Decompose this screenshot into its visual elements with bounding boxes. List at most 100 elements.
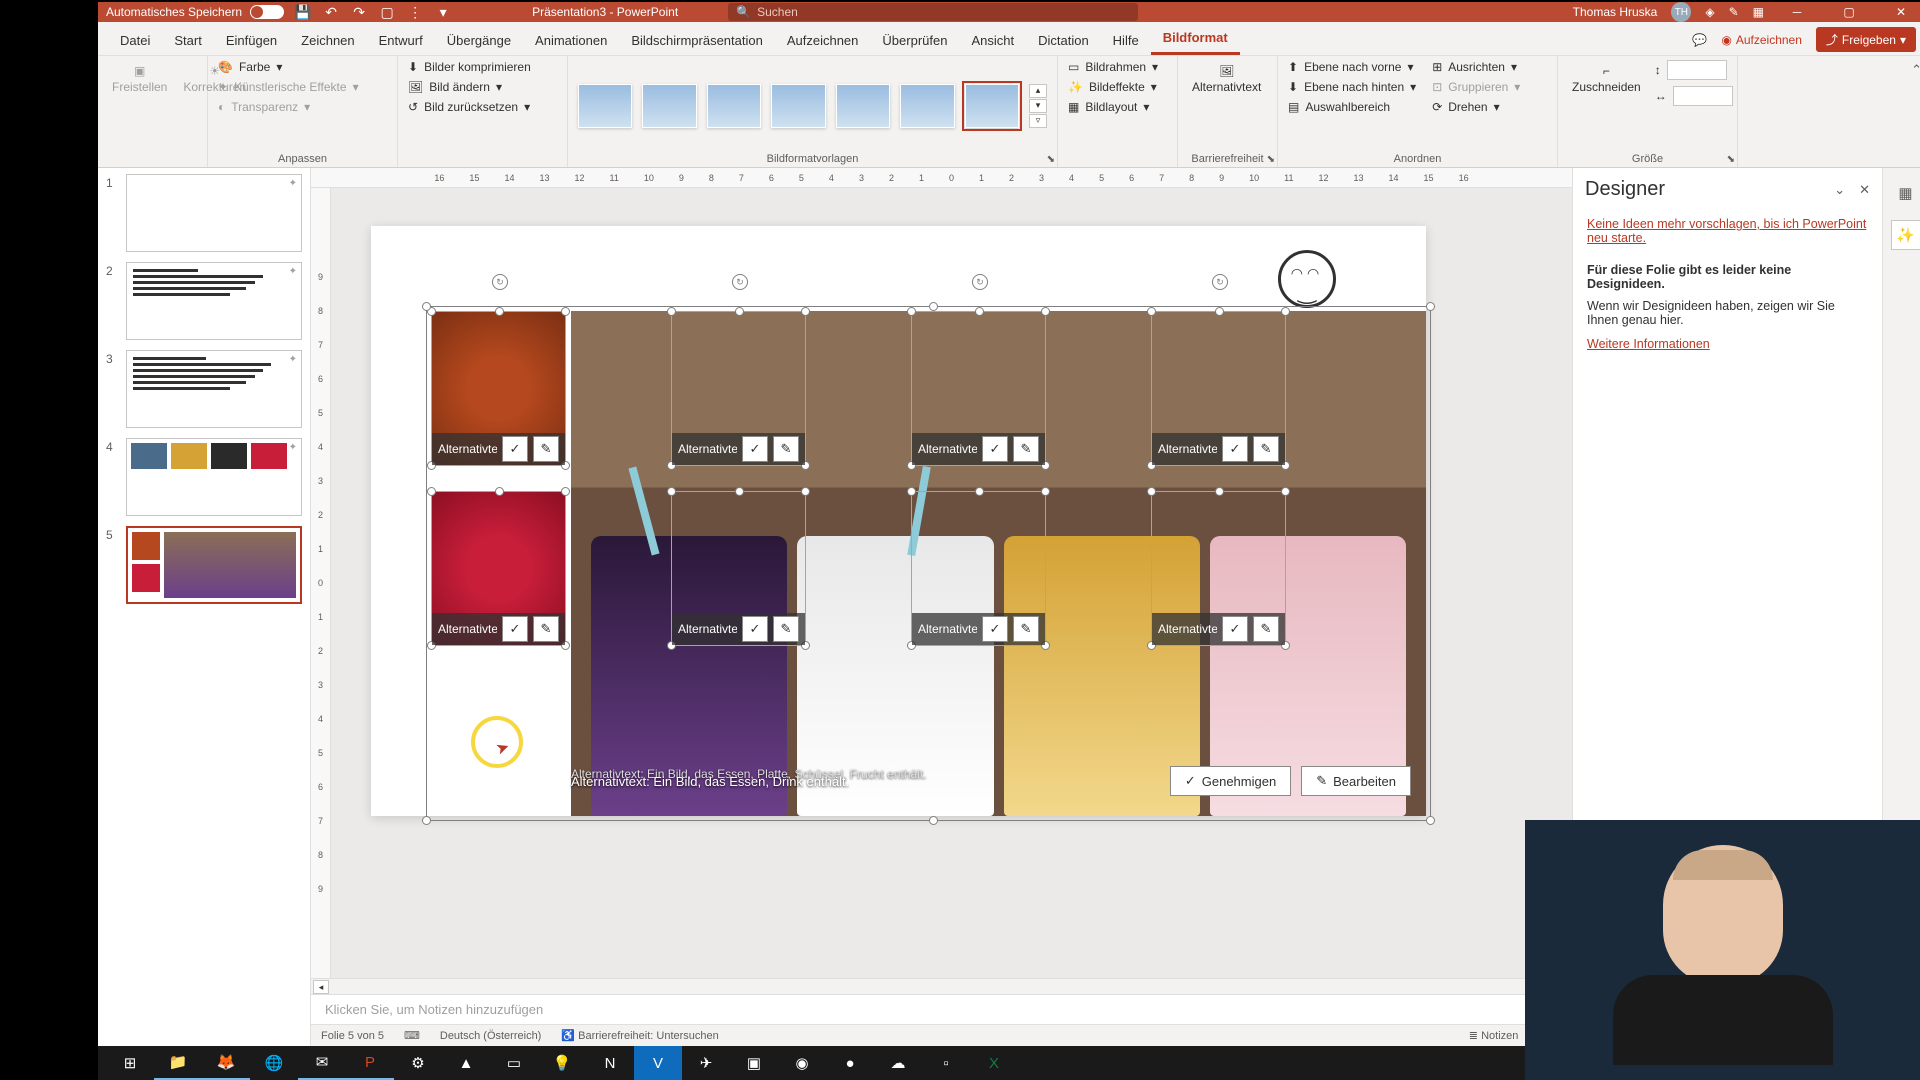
horizontal-scrollbar[interactable]: ◂ ▸ (311, 978, 1572, 994)
tab-dictation[interactable]: Dictation (1026, 26, 1101, 55)
app-icon[interactable]: ▫ (922, 1046, 970, 1080)
auswahlbereich-button[interactable]: ▤Auswahlbereich (1288, 100, 1416, 114)
rotate-handle-icon[interactable]: ↻ (1212, 274, 1228, 290)
obs-icon[interactable]: ◉ (778, 1046, 826, 1080)
chevron-down-icon[interactable]: ⌄ (1834, 182, 1845, 198)
rotate-handle-icon[interactable]: ↻ (492, 274, 508, 290)
tab-datei[interactable]: Datei (108, 26, 162, 55)
dialog-launcher-icon[interactable]: ⬊ (1047, 154, 1055, 165)
onenote-icon[interactable]: N (586, 1046, 634, 1080)
komprimieren-button[interactable]: ⬇Bilder komprimieren (408, 60, 531, 74)
style-thumb-selected[interactable] (965, 84, 1019, 128)
designer-side-icon[interactable]: ✨ (1891, 220, 1920, 250)
record-button[interactable]: ◉Aufzeichnen (1721, 33, 1802, 47)
firefox-icon[interactable]: 🦊 (202, 1046, 250, 1080)
style-thumb[interactable] (771, 84, 825, 128)
close-icon[interactable]: ✕ (1882, 2, 1920, 22)
scroll-left-icon[interactable]: ◂ (313, 980, 329, 994)
telegram-icon[interactable]: ✈ (682, 1046, 730, 1080)
save-icon[interactable]: 💾 (294, 3, 312, 21)
dialog-launcher-icon[interactable]: ⬊ (1727, 154, 1735, 165)
autosave-switch[interactable] (250, 5, 284, 19)
user-name[interactable]: Thomas Hruska (1573, 5, 1658, 19)
diamond-icon[interactable]: ◈ (1705, 5, 1714, 19)
tab-bildformat[interactable]: Bildformat (1151, 23, 1240, 55)
app-icon[interactable]: ● (826, 1046, 874, 1080)
app-icon[interactable]: V (634, 1046, 682, 1080)
ausrichten-button[interactable]: ⊞Ausrichten ▾ (1432, 60, 1520, 74)
search-box[interactable]: 🔍 Suchen (728, 3, 1138, 21)
comments-icon[interactable]: 💬 (1692, 33, 1707, 47)
qat-more-icon[interactable]: ▾ (434, 3, 452, 21)
smiley-icon[interactable] (1278, 250, 1336, 308)
slide-thumb-3[interactable]: ✦ (126, 350, 302, 428)
slide-thumb-4[interactable]: ✦ (126, 438, 302, 516)
start-button[interactable]: ⊞ (106, 1046, 154, 1080)
app-icon[interactable]: ☁ (874, 1046, 922, 1080)
zuschneiden-button[interactable]: ⌐Zuschneiden (1568, 60, 1645, 98)
redo-icon[interactable]: ↷ (350, 3, 368, 21)
side-icon-1[interactable]: ▦ (1891, 178, 1920, 208)
close-pane-icon[interactable]: ✕ (1859, 182, 1870, 198)
pen-icon[interactable]: ✎ (1729, 5, 1739, 19)
notes-area[interactable]: Klicken Sie, um Notizen hinzuzufügen (311, 994, 1572, 1024)
style-thumb[interactable] (707, 84, 761, 128)
tab-ansicht[interactable]: Ansicht (959, 26, 1026, 55)
bildeffekte-button[interactable]: ✨Bildeffekte ▾ (1068, 80, 1158, 94)
slide-thumb-2[interactable]: ✦ (126, 262, 302, 340)
alternativtext-button[interactable]: 🖼Alternativtext (1188, 60, 1265, 98)
app-icon[interactable]: ▭ (490, 1046, 538, 1080)
explorer-icon[interactable]: 📁 (154, 1046, 202, 1080)
gallery-scroll[interactable]: ▴▾▿ (1029, 84, 1047, 128)
language-indicator[interactable]: Deutsch (Österreich) (440, 1030, 541, 1042)
user-avatar[interactable]: TH (1671, 2, 1691, 22)
style-thumb[interactable] (578, 84, 632, 128)
picture-styles-gallery[interactable]: ▴▾▿ (578, 60, 1047, 151)
designer-restart-link[interactable]: Keine Ideen mehr vorschlagen, bis ich Po… (1587, 217, 1868, 245)
slide-thumb-5[interactable]: ✦ (126, 526, 302, 604)
autosave-toggle[interactable]: Automatisches Speichern (106, 5, 284, 19)
tab-hilfe[interactable]: Hilfe (1101, 26, 1151, 55)
app-icon[interactable]: ⚙ (394, 1046, 442, 1080)
tab-bildschirm[interactable]: Bildschirmpräsentation (619, 26, 775, 55)
qat-icon-2[interactable]: ⋮ (406, 3, 424, 21)
accessibility-status[interactable]: ♿ Barrierefreiheit: Untersuchen (561, 1029, 718, 1042)
qat-icon-1[interactable]: ▢ (378, 3, 396, 21)
rotate-handle-icon[interactable]: ↻ (732, 274, 748, 290)
slide-canvas[interactable]: ↻ Alternativte...✓✎ ↻ Alternativte...✓✎ (331, 188, 1572, 978)
bild-aendern-button[interactable]: 🖼Bild ändern ▾ (408, 80, 531, 94)
group-selection[interactable] (426, 306, 1431, 821)
farbe-button[interactable]: 🎨Farbe ▾ (218, 60, 359, 74)
undo-icon[interactable]: ↶ (322, 3, 340, 21)
approve-button[interactable]: ✓Genehmigen (1170, 766, 1291, 796)
tab-entwurf[interactable]: Entwurf (367, 26, 435, 55)
maximize-icon[interactable]: ▢ (1830, 2, 1868, 22)
height-input[interactable]: ↕ (1655, 60, 1733, 80)
excel-icon[interactable]: X (970, 1046, 1018, 1080)
tab-ueberpruefen[interactable]: Überprüfen (870, 26, 959, 55)
rotate-handle-icon[interactable]: ↻ (972, 274, 988, 290)
collapse-ribbon-icon[interactable]: ⌃ (1905, 56, 1920, 167)
notes-toggle[interactable]: ≣ Notizen (1469, 1029, 1519, 1042)
tab-zeichnen[interactable]: Zeichnen (289, 26, 366, 55)
outlook-icon[interactable]: ✉ (298, 1046, 346, 1080)
edit-button[interactable]: ✎Bearbeiten (1301, 766, 1411, 796)
tab-einfuegen[interactable]: Einfügen (214, 26, 289, 55)
tab-aufzeichnen[interactable]: Aufzeichnen (775, 26, 871, 55)
ebene-vorne-button[interactable]: ⬆Ebene nach vorne ▾ (1288, 60, 1416, 74)
tab-uebergaenge[interactable]: Übergänge (435, 26, 523, 55)
style-thumb[interactable] (836, 84, 890, 128)
bildrahmen-button[interactable]: ▭Bildrahmen ▾ (1068, 60, 1158, 74)
bild-reset-button[interactable]: ↺Bild zurücksetzen ▾ (408, 100, 531, 114)
width-input[interactable]: ↔ (1655, 86, 1733, 106)
slide-thumb-1[interactable]: ✦ (126, 174, 302, 252)
tab-start[interactable]: Start (162, 26, 213, 55)
chrome-icon[interactable]: 🌐 (250, 1046, 298, 1080)
app-icon[interactable]: ▦ (1753, 5, 1764, 19)
spellcheck-icon[interactable]: ⌨ (404, 1029, 420, 1042)
share-button[interactable]: ⤴Freigeben▾ (1816, 27, 1916, 52)
minimize-icon[interactable]: ─ (1778, 2, 1816, 22)
designer-more-info-link[interactable]: Weitere Informationen (1587, 337, 1868, 351)
app-icon[interactable]: 💡 (538, 1046, 586, 1080)
vlc-icon[interactable]: ▲ (442, 1046, 490, 1080)
